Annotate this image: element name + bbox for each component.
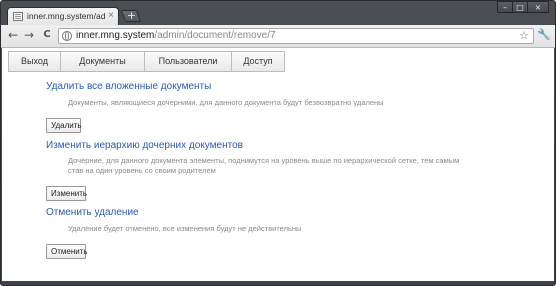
section-change-hierarchy: Изменить иерархию дочерних документов До…	[46, 140, 476, 201]
section-delete-nested: Удалить все вложенные документы Документ…	[46, 81, 384, 133]
section-description: Дочерние, для данного документа элементы…	[68, 156, 460, 175]
reload-icon[interactable]: C	[40, 28, 54, 42]
new-tab-button[interactable]: +	[120, 9, 142, 22]
section-title: Отменить удаление	[46, 207, 139, 218]
window-controls: – □ ×	[497, 1, 549, 13]
cancel-button[interactable]: Отменить	[46, 244, 88, 259]
window-bottom-border	[2, 281, 554, 285]
section-description: Документы, являющиеся дочерними, для дан…	[68, 98, 384, 107]
browser-tab[interactable]: inner.mng.system/admin/d... ×	[7, 7, 119, 25]
page-favicon-icon	[13, 12, 23, 21]
delete-button[interactable]: Удалить	[46, 118, 82, 133]
maximize-button[interactable]: □	[512, 1, 528, 13]
tab-title: inner.mng.system/admin/d...	[27, 11, 105, 21]
wrench-icon[interactable]: 🔧	[537, 28, 551, 41]
globe-icon	[62, 31, 72, 41]
close-window-button[interactable]: ×	[527, 1, 549, 13]
nav-item-access[interactable]: Доступ	[231, 51, 285, 72]
section-title: Изменить иерархию дочерних документов	[46, 140, 243, 151]
url-path: /admin/document/remove/7	[154, 30, 276, 41]
forward-arrow-icon[interactable]: →	[22, 28, 36, 42]
tab-strip: inner.mng.system/admin/d... × + – □ ×	[1, 1, 555, 25]
minimize-button[interactable]: –	[497, 1, 513, 13]
address-bar[interactable]: inner.mng.system/admin/document/remove/7…	[58, 28, 534, 44]
section-description: Удаление будет отменено, все изменения б…	[68, 224, 302, 233]
section-cancel-delete: Отменить удаление Удаление будет отменен…	[46, 207, 301, 259]
browser-window: inner.mng.system/admin/d... × + – □ × ← …	[0, 0, 556, 286]
section-title: Удалить все вложенные документы	[46, 81, 212, 92]
page-content: Выход Документы Пользователи Доступ Удал…	[2, 48, 554, 281]
nav-item-documents[interactable]: Документы	[60, 51, 145, 72]
url-host: inner.mng.system	[76, 30, 155, 41]
browser-toolbar: ← → C inner.mng.system/admin/document/re…	[1, 25, 555, 48]
url-text: inner.mng.system/admin/document/remove/7	[76, 30, 276, 41]
bookmark-star-icon[interactable]: ☆	[519, 29, 529, 42]
change-button[interactable]: Изменить	[46, 186, 87, 201]
nav-item-users[interactable]: Пользователи	[144, 51, 232, 72]
plus-icon: +	[126, 9, 137, 22]
nav-item-logout[interactable]: Выход	[8, 51, 61, 72]
app-nav: Выход Документы Пользователи Доступ	[8, 51, 285, 72]
back-arrow-icon[interactable]: ←	[6, 28, 20, 42]
tab-close-icon[interactable]: ×	[108, 10, 114, 22]
